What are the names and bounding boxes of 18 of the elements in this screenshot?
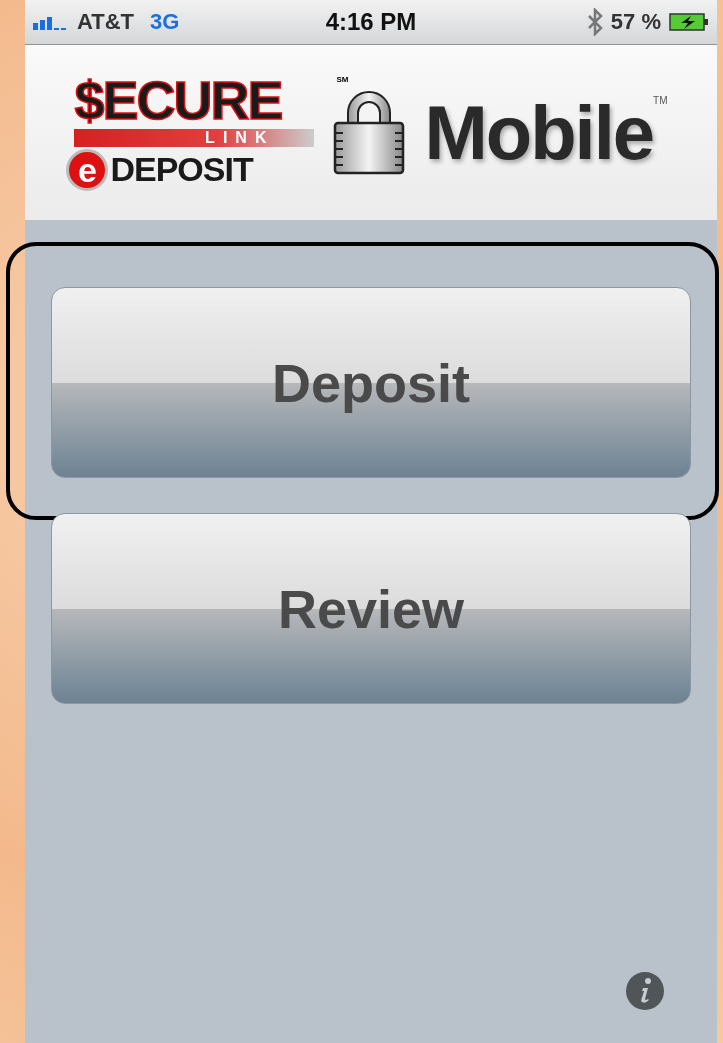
info-icon[interactable] xyxy=(625,971,665,1011)
carrier-name: AT&T xyxy=(77,9,135,35)
service-mark: SM xyxy=(336,74,349,84)
menu-button[interactable]: Deposit xyxy=(51,287,691,478)
logo-secure-text: $ECURE xyxy=(74,74,283,125)
battery-icon xyxy=(669,12,709,32)
logo-link-text: LINK xyxy=(74,128,315,147)
logo-mobile-text: Mobile xyxy=(424,89,654,176)
bluetooth-icon xyxy=(586,8,603,36)
signal-icon xyxy=(33,14,69,30)
padlock-icon xyxy=(332,90,407,175)
trademark-mark: TM xyxy=(653,95,668,106)
clock-time: 4:16 PM xyxy=(325,8,417,36)
network-type: 3G xyxy=(150,9,180,35)
logo-e-badge: e xyxy=(66,148,109,191)
menu-button[interactable]: Review xyxy=(51,513,691,704)
logo-deposit-text: DEPOSIT xyxy=(110,150,253,189)
battery-percent: 57 % xyxy=(610,9,661,35)
